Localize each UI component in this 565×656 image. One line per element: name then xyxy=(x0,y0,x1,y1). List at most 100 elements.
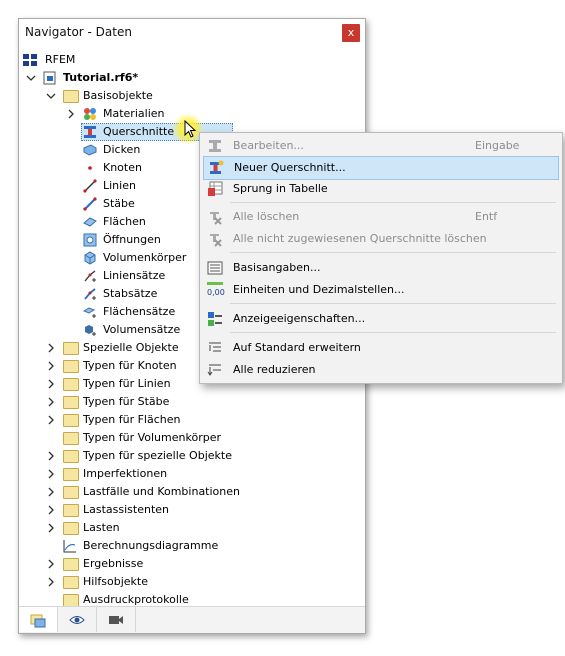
tree-item-label: Typen für spezielle Objekte xyxy=(83,449,232,462)
menu-item-label: Anzeigeeigenschaften... xyxy=(233,312,366,325)
tree-item-typen-flaechen[interactable]: Typen für Flächen xyxy=(23,411,343,429)
tree-item-label: Typen für Volumenkörper xyxy=(83,431,221,444)
tree-item-label: Typen für Linien xyxy=(83,377,171,390)
navigator-tab-bar xyxy=(19,606,365,633)
folder-icon xyxy=(63,576,79,589)
mouse-pointer-icon xyxy=(184,120,197,138)
folder-icon xyxy=(63,468,79,481)
tree-item-label: Linien xyxy=(103,179,136,192)
diagram-icon xyxy=(63,540,76,553)
surface-icon xyxy=(83,217,97,227)
tree-item-lasten[interactable]: Lasten xyxy=(23,519,343,537)
chevron-right-icon[interactable] xyxy=(46,415,56,425)
chevron-right-icon[interactable] xyxy=(46,577,56,587)
chevron-right-icon[interactable] xyxy=(46,505,56,515)
tree-item-label: Dicken xyxy=(103,143,141,156)
tab-views[interactable] xyxy=(97,607,136,632)
chevron-right-icon[interactable] xyxy=(46,451,56,461)
tree-item-basisobjekte[interactable]: Basisobjekte xyxy=(23,87,343,105)
tree-item-label: Typen für Flächen xyxy=(83,413,181,426)
tree-item-label: Liniensätze xyxy=(103,269,166,282)
folder-icon xyxy=(63,486,79,499)
tree-item-label: Materialien xyxy=(103,107,165,120)
tab-data[interactable] xyxy=(19,607,58,632)
tree-item-typen-volumenkoerper[interactable]: Typen für Volumenkörper xyxy=(23,429,343,447)
context-menu: Bearbeiten... Eingabe Neuer Querschnitt.… xyxy=(199,132,563,384)
tree-item-label: Stäbe xyxy=(103,197,135,210)
menu-item-label: Alle reduzieren xyxy=(233,363,316,376)
chevron-right-icon[interactable] xyxy=(46,397,56,407)
folder-icon xyxy=(63,450,79,463)
chevron-down-icon[interactable] xyxy=(46,91,56,101)
folder-icon xyxy=(63,360,79,373)
units-icon: 0,00 xyxy=(207,282,225,298)
menu-separator xyxy=(230,252,556,253)
tree-item-hilfsobjekte[interactable]: Hilfsobjekte xyxy=(23,573,343,591)
chevron-down-icon[interactable] xyxy=(26,73,36,83)
tree-item-label: Flächensätze xyxy=(103,305,176,318)
eye-icon xyxy=(69,616,85,624)
menu-item-units[interactable]: 0,00 Einheiten und Dezimalstellen... xyxy=(203,279,559,301)
thickness-icon xyxy=(83,144,97,156)
menu-item-expand-standard[interactable]: Auf Standard erweitern xyxy=(203,337,559,359)
tree-item-label: Lastfälle und Kombinationen xyxy=(83,485,240,498)
tree-item-ergebnisse[interactable]: Ergebnisse xyxy=(23,555,343,573)
table-jump-icon xyxy=(208,181,223,196)
menu-separator xyxy=(230,332,556,333)
menu-separator xyxy=(230,303,556,304)
tree-item-lastassistenten[interactable]: Lastassistenten xyxy=(23,501,343,519)
tree-item-label: RFEM xyxy=(45,53,76,66)
chevron-right-icon[interactable] xyxy=(46,523,56,533)
edit-icon xyxy=(209,140,221,152)
menu-item-delete-all[interactable]: Alle löschen Entf xyxy=(203,206,559,228)
member-icon xyxy=(83,197,97,211)
close-button[interactable]: x xyxy=(342,24,360,42)
tree-item-typen-staebe[interactable]: Typen für Stäbe xyxy=(23,393,343,411)
expand-icon xyxy=(209,342,221,352)
delete-icon xyxy=(210,212,222,225)
chevron-right-icon[interactable] xyxy=(46,379,56,389)
chevron-right-icon[interactable] xyxy=(46,487,56,497)
tree-item-label: Volumenkörper xyxy=(103,251,187,264)
menu-item-base-data[interactable]: Basisangaben... xyxy=(203,257,559,279)
tree-item-label: Stabsätze xyxy=(103,287,158,300)
cross-section-icon xyxy=(84,126,96,138)
tree-item-label: Volumensätze xyxy=(103,323,181,336)
tree-item-imperfektionen[interactable]: Imperfektionen xyxy=(23,465,343,483)
chevron-right-icon[interactable] xyxy=(46,343,56,353)
tree-item-label: Ergebnisse xyxy=(83,557,144,570)
tree-item-berechnungsdiagramme[interactable]: Berechnungsdiagramme xyxy=(23,537,343,555)
delete-unassigned-icon xyxy=(210,234,222,247)
line-icon xyxy=(83,179,97,193)
chevron-right-icon[interactable] xyxy=(46,559,56,569)
tree-item-file[interactable]: Tutorial.rf6* xyxy=(23,69,343,87)
chevron-right-icon[interactable] xyxy=(66,109,76,119)
menu-item-display-properties[interactable]: Anzeigeeigenschaften... xyxy=(203,308,559,330)
tree-item-label: Typen für Stäbe xyxy=(83,395,170,408)
menu-separator xyxy=(230,202,556,203)
folder-icon xyxy=(63,432,79,445)
menu-item-collapse-all[interactable]: Alle reduzieren xyxy=(203,359,559,381)
tab-display[interactable] xyxy=(58,607,97,632)
tree-item-lastfaelle[interactable]: Lastfälle und Kombinationen xyxy=(23,483,343,501)
tree-item-label: Knoten xyxy=(103,161,142,174)
chevron-right-icon[interactable] xyxy=(46,361,56,371)
tree-item-root[interactable]: RFEM xyxy=(23,51,343,69)
menu-item-delete-unassigned[interactable]: Alle nicht zugewiesenen Querschnitte lös… xyxy=(203,228,559,250)
surface-set-icon xyxy=(83,307,96,318)
line-set-icon xyxy=(84,270,96,282)
menu-item-label: Auf Standard erweitern xyxy=(233,341,361,354)
opening-icon xyxy=(83,233,97,247)
menu-item-new-cross-section[interactable]: Neuer Querschnitt... xyxy=(203,156,559,180)
menu-item-edit[interactable]: Bearbeiten... Eingabe xyxy=(203,135,559,157)
folder-icon xyxy=(63,504,79,517)
tree-item-typen-spezielle[interactable]: Typen für spezielle Objekte xyxy=(23,447,343,465)
tree-item-label: Lastassistenten xyxy=(83,503,170,516)
folder-icon xyxy=(63,396,79,409)
tree-item-label: Lasten xyxy=(83,521,120,534)
tree-item-label: Öffnungen xyxy=(103,233,161,246)
tree-item-label: Querschnitte xyxy=(103,125,175,138)
chevron-right-icon[interactable] xyxy=(46,469,56,479)
tree-item-label: Hilfsobjekte xyxy=(83,575,148,588)
menu-item-jump-to-table[interactable]: Sprung in Tabelle xyxy=(203,178,559,200)
